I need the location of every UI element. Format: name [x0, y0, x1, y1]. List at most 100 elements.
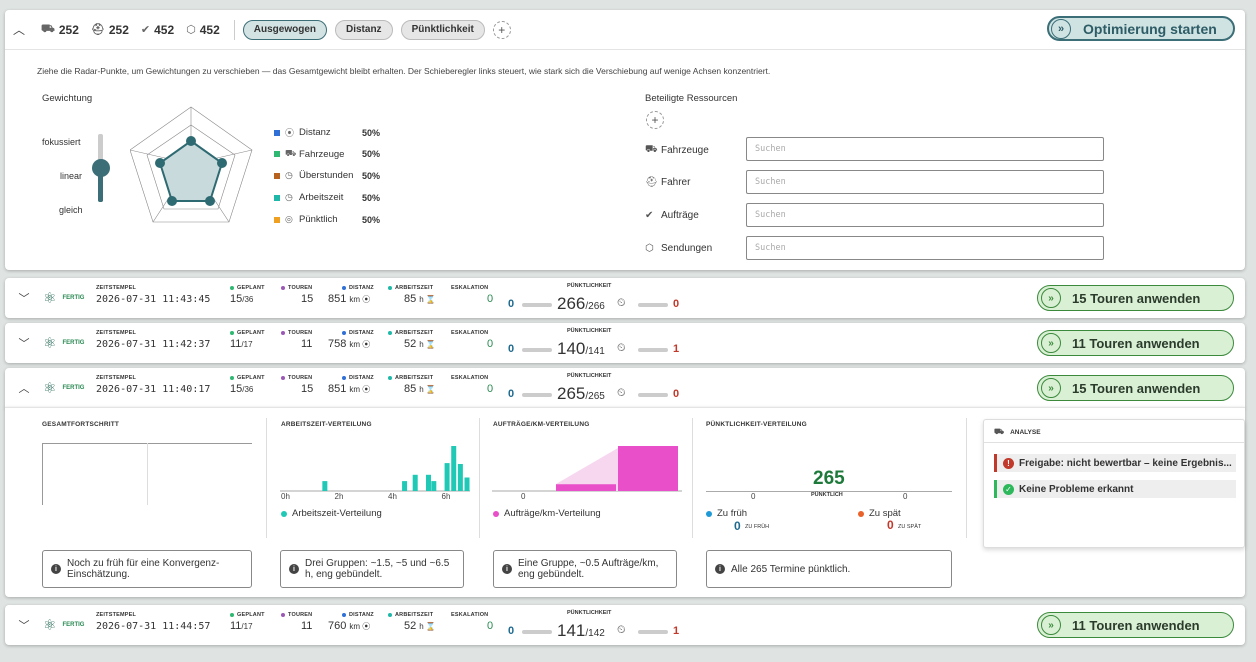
expand-chevron-icon[interactable]: ﹀ [5, 290, 43, 306]
expand-chevron-icon[interactable]: ﹀ [5, 335, 43, 351]
radar-handle[interactable] [186, 136, 196, 146]
collapse-chevron-icon[interactable]: ︿ [5, 21, 33, 38]
preset-pünktlichkeit[interactable]: Pünktlichkeit [400, 19, 485, 40]
punctuality-value: 266/266 [557, 294, 605, 314]
series-swatch [274, 129, 280, 136]
weight-0: ⦿ Distanz 50% [274, 126, 380, 139]
weight-1: ⛟ Fahrzeuge 50% [274, 148, 380, 160]
release-error-alert[interactable]: ! Freigabe: nicht bewertbar – keine Ergeb… [994, 454, 1236, 472]
punctual-count: 265 [557, 384, 586, 403]
resource-search-input[interactable]: Suchen [746, 236, 1104, 260]
resource-icon: ⛑ [645, 177, 658, 188]
run-col: TOUREN 15 [281, 375, 313, 395]
start-optimization-button[interactable]: » Optimierung starten [1047, 16, 1235, 41]
analysis-title: ANALYSE [1010, 428, 1041, 436]
apply-label: 11 Touren anwenden [1072, 617, 1200, 633]
weight-name: Fahrzeuge [299, 148, 345, 160]
resource-search-input[interactable]: Suchen [746, 203, 1104, 227]
punctuality-value: 141/142 [557, 621, 605, 641]
worktime-tick: 4h [388, 492, 397, 501]
col-label: ARBEITSZEIT [395, 612, 434, 618]
worktime-tick: 6h [441, 492, 451, 501]
col-header: ARBEITSZEIT [388, 375, 436, 381]
col-header: GEPLANT [230, 330, 265, 336]
apply-tours-button[interactable]: » 11 Touren anwenden [1037, 330, 1234, 356]
col-value: 15/36 [230, 383, 265, 395]
apply-tours-button[interactable]: » 11 Touren anwenden [1037, 612, 1234, 638]
atom-status-icon: ⚛ [43, 335, 57, 352]
analysis-panel: ⛟ ANALYSE ! Freigabe: nicht bewertbar – ke… [983, 419, 1245, 548]
start-optimization-label: Optimierung starten [1083, 20, 1217, 37]
escalation-value: 0 [487, 620, 494, 632]
run-card[interactable]: ︿ ⚛ FERTIG ZEITSTEMPEL 2026-07-31 11:40:17 GE… [5, 368, 1245, 408]
preset-ausgewogen[interactable]: Ausgewogen [242, 19, 327, 40]
late-count: 1 [673, 625, 680, 637]
col-value: 15 [281, 293, 313, 305]
run-col: ZEITSTEMPEL 2026-07-31 11:40:17 [96, 375, 210, 395]
col-header: ZEITSTEMPEL [96, 612, 210, 618]
run-card[interactable]: ﹀ ⚛ FERTIG ZEITSTEMPEL 2026-07-31 11:44:57 GE… [5, 605, 1245, 645]
col-dot [230, 376, 234, 380]
status-badge: FERTIG [62, 295, 85, 301]
punctuality-label: PÜNKTLICHKEIT [567, 373, 612, 379]
clock-package-icon: ⏲ [617, 342, 626, 354]
punctuality-tick: 0 [903, 492, 908, 501]
col-value: 2026-07-31 11:44:57 [96, 620, 210, 632]
series-swatch [274, 172, 280, 179]
radar-handle[interactable] [205, 196, 215, 206]
check-circle-icon: ✔ [140, 24, 151, 36]
col-header: DISTANZ [342, 375, 374, 381]
col-label: ESKALATION [451, 612, 489, 618]
run-card[interactable]: ﹀ ⚛ FERTIG ZEITSTEMPEL 2026-07-31 11:42:37 GE… [5, 323, 1245, 363]
worktime-value: 52 [404, 338, 417, 350]
resource-search-input[interactable]: Suchen [746, 170, 1104, 194]
late-count: 0 [673, 298, 680, 310]
col-header: ARBEITSZEIT [388, 612, 436, 618]
hourglass-icon: ⌛ [423, 385, 436, 394]
weight-value: 50% [362, 192, 381, 203]
planned-total: /36 [242, 385, 254, 394]
punctuality: PÜNKTLICHKEIT 0 266/266 ⏲ 0 [505, 283, 685, 313]
apply-tours-button[interactable]: » 15 Touren anwenden [1037, 285, 1234, 311]
radar-handle[interactable] [167, 196, 177, 206]
divider [266, 418, 267, 538]
legend-dot [706, 510, 712, 517]
tours-value: 11 [301, 620, 313, 632]
panel-header: ︿ ⛟ 252 ⛑ 252 ✔ 452 ⬡ 452 Ausgewogen Distanz Pünk… [5, 10, 1245, 50]
clock-package-icon: ⏲ [617, 387, 626, 399]
radar-handle[interactable] [155, 158, 165, 168]
note-text: Noch zu früh für eine Konvergenz-Einschä… [67, 558, 220, 580]
col-header: TOUREN [281, 375, 313, 381]
col-value: 0 [451, 293, 493, 305]
run-col: TOUREN 15 [281, 285, 313, 305]
run-col: GEPLANT 15/36 [230, 285, 265, 305]
alert-text: Keine Probleme erkannt [1019, 483, 1134, 495]
add-resource-button[interactable]: + [646, 111, 664, 129]
preset-distanz[interactable]: Distanz [335, 19, 393, 40]
distance-value: 851 [328, 383, 347, 395]
col-dot [342, 613, 346, 617]
slider-thumb[interactable] [92, 159, 110, 177]
fast-forward-icon: » [1051, 18, 1071, 39]
resource-label: Aufträge [661, 210, 699, 221]
add-preset-button[interactable]: + [492, 20, 511, 39]
radar-handle[interactable] [217, 158, 227, 168]
weight-radar-chart[interactable] [130, 103, 260, 228]
run-card[interactable]: ﹀ ⚛ FERTIG ZEITSTEMPEL 2026-07-31 11:43:45 GE… [5, 278, 1245, 318]
col-label: GEPLANT [237, 612, 265, 618]
too-late-value: 0 [887, 518, 894, 532]
early-bar [522, 348, 552, 352]
col-header: ZEITSTEMPEL [96, 330, 210, 336]
fast-forward-icon: » [1041, 288, 1061, 308]
apply-tours-button[interactable]: » 15 Touren anwenden [1037, 375, 1234, 401]
col-header: ESKALATION [451, 330, 493, 336]
resource-search-input[interactable]: Suchen [746, 137, 1104, 161]
collapse-chevron-icon[interactable]: ︿ [5, 380, 43, 396]
expand-chevron-icon[interactable]: ﹀ [5, 617, 43, 633]
hourglass-icon: ⌛ [423, 622, 436, 631]
col-label: ARBEITSZEIT [395, 330, 434, 336]
col-value: 85 h ⌛ [388, 293, 436, 305]
no-issues-alert[interactable]: ✓ Keine Probleme erkannt [994, 480, 1236, 498]
punctuality-count-label: PÜNKTLICH [811, 492, 843, 498]
timestamp: 2026-07-31 11:44:57 [96, 621, 211, 632]
